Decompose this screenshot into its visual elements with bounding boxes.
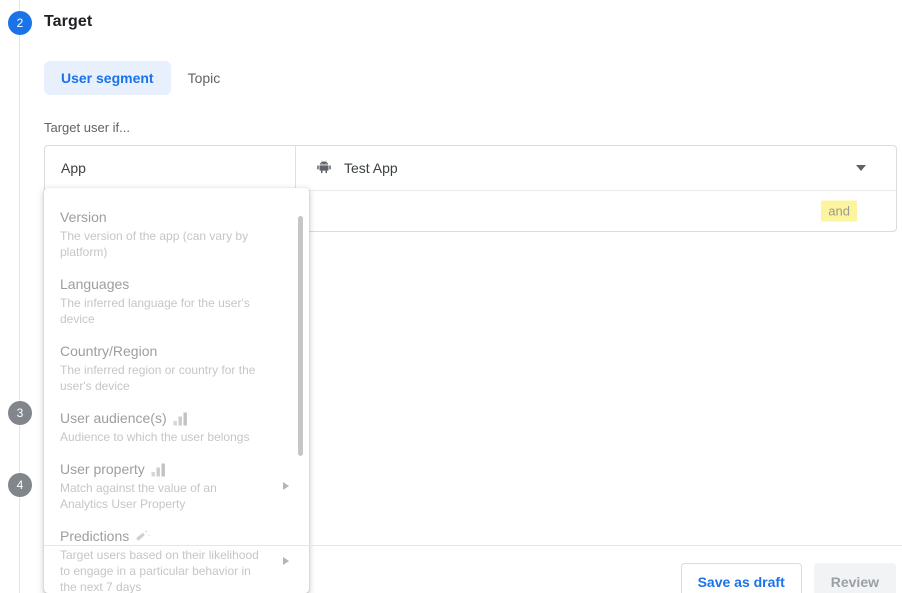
page-title: Target bbox=[44, 13, 93, 30]
magic-wand-icon bbox=[135, 529, 151, 543]
dropdown-item-languages-desc: The inferred language for the user's dev… bbox=[60, 296, 250, 326]
stepper-step-3[interactable]: 3 bbox=[8, 401, 32, 425]
chevron-down-icon[interactable] bbox=[856, 165, 866, 171]
target-step-page: 2 3 4 Target User segment Topic Target u… bbox=[0, 0, 902, 593]
review-button: Review bbox=[813, 563, 896, 593]
submenu-arrow-icon[interactable] bbox=[283, 556, 289, 565]
footer-divider bbox=[44, 545, 902, 546]
selected-app-name: Test App bbox=[344, 160, 398, 176]
dropdown-item-user-property[interactable]: User property Match against the value of… bbox=[44, 452, 309, 519]
bar-chart-icon bbox=[151, 462, 166, 477]
dropdown-item-predictions[interactable]: Predictions Target users based on their … bbox=[44, 519, 309, 593]
dropdown-item-user-property-desc: Match against the value of an Analytics … bbox=[60, 481, 217, 511]
target-user-if-label: Target user if... bbox=[44, 120, 130, 135]
tab-bar: User segment Topic bbox=[44, 61, 237, 95]
condition-field-label: App bbox=[61, 160, 86, 176]
dropdown-item-predictions-desc: Target users based on their likelihood t… bbox=[60, 548, 259, 593]
dropdown-scrollbar[interactable] bbox=[298, 216, 303, 456]
bar-chart-icon bbox=[173, 411, 188, 426]
field-options-dropdown: Version The version of the app (can vary… bbox=[44, 188, 309, 593]
dropdown-item-user-audiences-desc: Audience to which the user belongs bbox=[60, 430, 250, 444]
condition-row-1: App Test App bbox=[45, 146, 896, 190]
dropdown-list: Version The version of the app (can vary… bbox=[44, 188, 309, 593]
dropdown-item-languages[interactable]: Languages The inferred language for the … bbox=[44, 267, 309, 334]
dropdown-item-version-title: Version bbox=[60, 209, 107, 225]
stepper-step-2-number: 2 bbox=[16, 16, 24, 30]
footer-actions: Save as draft Review bbox=[680, 563, 896, 593]
dropdown-item-country-region-desc: The inferred region or country for the u… bbox=[60, 363, 256, 393]
dropdown-item-user-audiences-title-row: User audience(s) bbox=[60, 408, 279, 428]
stepper-step-4-number: 4 bbox=[16, 478, 24, 492]
stepper-rail bbox=[19, 0, 20, 593]
submenu-arrow-icon[interactable] bbox=[283, 481, 289, 490]
dropdown-item-predictions-title: Predictions bbox=[60, 528, 130, 544]
dropdown-item-user-audiences-title: User audience(s) bbox=[60, 410, 167, 426]
tab-topic[interactable]: Topic bbox=[171, 61, 238, 95]
dropdown-item-predictions-title-row: Predictions bbox=[60, 526, 279, 546]
condition-value-select-2[interactable]: and bbox=[296, 191, 896, 231]
stepper-step-2[interactable]: 2 bbox=[8, 11, 32, 35]
stepper-step-3-number: 3 bbox=[16, 406, 24, 420]
tab-user-segment[interactable]: User segment bbox=[44, 61, 171, 95]
dropdown-item-version-desc: The version of the app (can vary by plat… bbox=[60, 229, 249, 259]
dropdown-item-user-property-title: User property bbox=[60, 461, 145, 477]
operator-and-badge[interactable]: and bbox=[821, 200, 857, 222]
dropdown-item-country-region[interactable]: Country/Region The inferred region or co… bbox=[44, 334, 309, 401]
dropdown-item-languages-title: Languages bbox=[60, 276, 130, 292]
dropdown-item-user-audiences[interactable]: User audience(s) Audience to which the u… bbox=[44, 401, 309, 452]
tab-user-segment-label: User segment bbox=[61, 70, 154, 86]
dropdown-item-user-property-title-row: User property bbox=[60, 459, 279, 479]
dropdown-item-version[interactable]: Version The version of the app (can vary… bbox=[44, 200, 309, 267]
condition-field-select[interactable]: App bbox=[45, 146, 295, 190]
stepper-step-4[interactable]: 4 bbox=[8, 473, 32, 497]
condition-value-select[interactable]: Test App bbox=[296, 146, 896, 190]
dropdown-item-country-region-title: Country/Region bbox=[60, 343, 158, 359]
android-icon bbox=[315, 159, 333, 177]
save-as-draft-button[interactable]: Save as draft bbox=[680, 563, 802, 593]
tab-topic-label: Topic bbox=[187, 70, 221, 86]
